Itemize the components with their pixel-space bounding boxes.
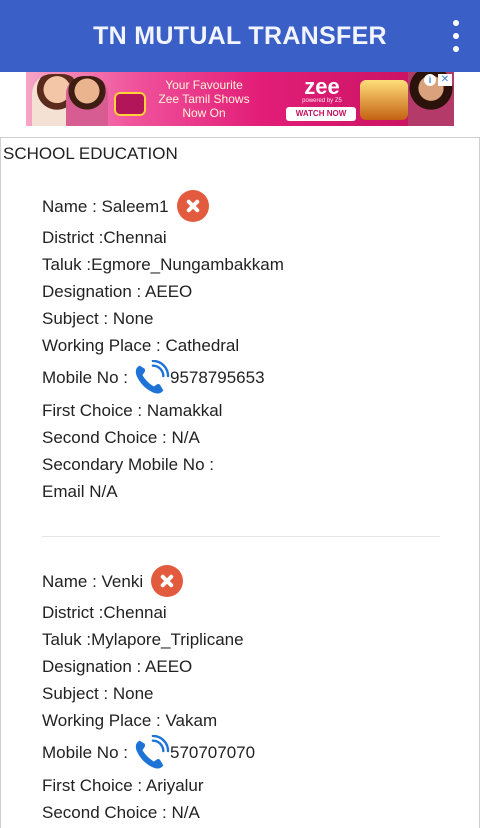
- record-mobile-row: Mobile No : 570707070: [42, 734, 442, 772]
- mobile-label: Mobile No :: [42, 368, 128, 387]
- app-title: TN MUTUAL TRANSFER: [93, 21, 387, 50]
- record-email: Email N/A: [42, 482, 118, 501]
- delete-icon[interactable]: [176, 190, 209, 222]
- record-first-choice: First Choice : Ariyalur: [42, 776, 204, 795]
- overflow-menu-icon[interactable]: [446, 20, 466, 52]
- record-district: District :Chennai: [42, 228, 167, 247]
- record-secondary-mobile: Secondary Mobile No :: [42, 455, 214, 474]
- ad-watch-now-button[interactable]: WATCH NOW: [286, 107, 356, 121]
- record-subject: Subject : None: [42, 309, 154, 328]
- record-divider: [42, 536, 440, 537]
- ad-image-woman-2: [66, 76, 108, 126]
- record-taluk: Taluk :Egmore_Nungambakkam: [42, 255, 284, 274]
- record-name: Name : Venki: [42, 571, 144, 591]
- record-district: District :Chennai: [42, 603, 167, 622]
- ad-close-icon[interactable]: ✕: [438, 74, 452, 86]
- record-first-choice: First Choice : Namakkal: [42, 401, 223, 420]
- record-subject: Subject : None: [42, 684, 154, 703]
- section-title: SCHOOL EDUCATION: [3, 144, 178, 163]
- ad-channel-logo: [114, 92, 146, 116]
- record-second-choice: Second Choice : N/A: [42, 803, 200, 822]
- record-card: Name : Venki District :Chennai Taluk :My…: [42, 563, 442, 826]
- record-name-row: Name : Venki: [42, 563, 442, 599]
- mobile-number[interactable]: 570707070: [170, 743, 255, 763]
- mobile-number[interactable]: 9578795653: [170, 368, 265, 388]
- results-panel: SCHOOL EDUCATION Name : Saleem1 District…: [0, 137, 480, 828]
- phone-call-icon[interactable]: [132, 735, 170, 771]
- record-designation: Designation : AEEO: [42, 282, 193, 301]
- ad-text: Your Favourite Zee Tamil Shows Now On: [158, 78, 250, 120]
- record-mobile-row: Mobile No : 9578795653: [42, 359, 442, 397]
- record-working-place: Working Place : Vakam: [42, 711, 218, 730]
- ad-banner[interactable]: Your Favourite Zee Tamil Shows Now On ze…: [26, 72, 454, 126]
- ad-show-image: [360, 80, 408, 120]
- delete-icon[interactable]: [151, 565, 184, 597]
- record-card: Name : Saleem1 District :Chennai Taluk :…: [42, 188, 442, 505]
- record-name-row: Name : Saleem1: [42, 188, 442, 224]
- app-bar: TN MUTUAL TRANSFER: [0, 0, 480, 72]
- record-designation: Designation : AEEO: [42, 657, 193, 676]
- record-taluk: Taluk :Mylapore_Triplicane: [42, 630, 244, 649]
- record-name: Name : Saleem1: [42, 196, 169, 216]
- phone-call-icon[interactable]: [132, 360, 170, 396]
- ad-brand-logo: zee powered by Z5: [302, 74, 342, 105]
- mobile-label: Mobile No :: [42, 743, 128, 762]
- ad-info-icon[interactable]: i: [424, 74, 436, 86]
- record-working-place: Working Place : Cathedral: [42, 336, 240, 355]
- record-second-choice: Second Choice : N/A: [42, 428, 200, 447]
